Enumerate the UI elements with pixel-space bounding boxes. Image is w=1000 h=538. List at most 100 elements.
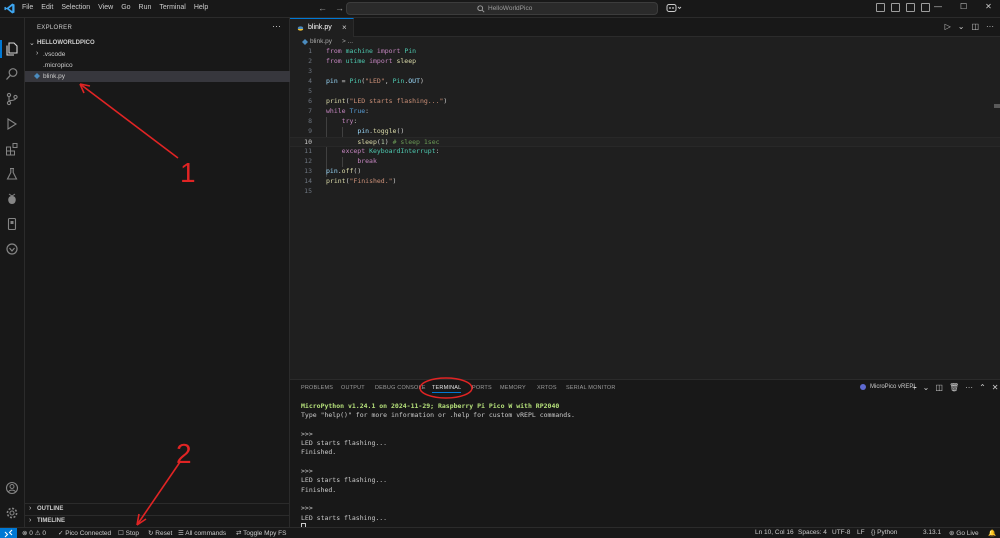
more-actions-icon[interactable]: ··· [965, 383, 973, 392]
menu-view[interactable]: View [98, 4, 113, 11]
device-icon[interactable] [5, 217, 19, 231]
error-count: 0 [29, 530, 33, 537]
tab-xrtos[interactable]: XRTOS [537, 385, 557, 391]
stop-button[interactable]: ☐ Stop [118, 529, 139, 537]
tab-blink-py[interactable]: blink.py × [290, 18, 354, 37]
python-file-icon [302, 39, 308, 45]
indentation[interactable]: Spaces: 4 [798, 529, 827, 536]
workspace-folder[interactable]: ⌄ HELLOWORLDPICO [25, 38, 290, 49]
breadcrumb-more[interactable]: > ... [342, 38, 353, 45]
terminal-line: LED starts flashing... [301, 439, 388, 448]
tab-ports[interactable]: PORTS [472, 385, 492, 391]
tree-item-blink[interactable]: blink.py [25, 71, 290, 82]
copilot-icon[interactable] [666, 3, 682, 13]
new-terminal-icon[interactable]: + [912, 383, 917, 392]
cursor-position[interactable]: Ln 10, Col 16 [755, 529, 794, 536]
toggle-secondary-sidebar-icon[interactable] [906, 3, 915, 12]
tree-item-label: .micropico [43, 62, 73, 69]
remote-window-button[interactable] [0, 528, 17, 538]
tree-item-micropico[interactable]: .micropico [25, 60, 290, 71]
tab-output[interactable]: OUTPUT [341, 385, 365, 391]
tab-serial-monitor[interactable]: SERIAL MONITOR [566, 385, 616, 391]
search-icon[interactable] [5, 67, 19, 81]
notifications-bell-icon[interactable]: 🔔 [988, 529, 996, 537]
menu-selection[interactable]: Selection [61, 4, 90, 11]
code-line: 3 [308, 67, 312, 75]
chevron-right-icon: › [29, 517, 32, 524]
close-tab-icon[interactable]: × [342, 23, 347, 32]
chevron-down-icon[interactable]: ⌄ [923, 383, 930, 392]
micropico-icon[interactable] [5, 242, 19, 256]
more-actions-icon[interactable]: ··· [986, 22, 994, 31]
toggle-panel-icon[interactable] [891, 3, 900, 12]
explorer-sidebar: EXPLORER ··· ⌄ HELLOWORLDPICO › .vscode … [25, 18, 290, 527]
raspberry-pi-icon[interactable] [5, 192, 19, 206]
go-live-button[interactable]: ⊛ Go Live [949, 529, 979, 537]
status-bar: ⊗ 0 ⚠ 0 ✓ Pico Connected ☐ Stop ↻ Reset … [0, 527, 1000, 538]
more-actions-icon[interactable]: ··· [272, 21, 281, 31]
split-editor-icon[interactable]: ◫ [971, 22, 979, 31]
menu-terminal[interactable]: Terminal [159, 4, 185, 11]
remote-icon [4, 529, 13, 538]
pico-connected-status[interactable]: ✓ Pico Connected [58, 529, 111, 537]
chevron-down-icon[interactable]: ⌄ [958, 22, 965, 31]
tree-item-label: blink.py [43, 73, 66, 80]
terminal-line: >>> [301, 504, 313, 513]
code-line: 9 pin.toggle() [308, 127, 405, 135]
end-of-line[interactable]: LF [857, 529, 865, 536]
problems-indicator[interactable]: ⊗ 0 ⚠ 0 [22, 529, 46, 537]
reset-button[interactable]: ↻ Reset [148, 529, 172, 537]
run-file-icon[interactable]: ▷ [945, 22, 951, 31]
toggle-sidebar-icon[interactable] [876, 3, 885, 12]
outline-section[interactable]: › OUTLINE [25, 503, 290, 514]
extensions-icon[interactable] [5, 142, 19, 156]
explorer-icon[interactable] [5, 42, 19, 56]
settings-gear-icon[interactable] [5, 506, 19, 520]
encoding[interactable]: UTF-8 [832, 529, 850, 536]
code-line: 15 [304, 187, 312, 195]
terminal-line: Finished. [301, 485, 337, 494]
maximize-panel-icon[interactable]: ⌃ [979, 383, 986, 392]
layout-controls [876, 3, 930, 12]
python-file-icon [34, 73, 40, 79]
account-icon[interactable] [5, 481, 19, 495]
command-center[interactable]: HelloWorldPico [346, 2, 658, 15]
terminal-line: LED starts flashing... [301, 513, 388, 522]
toggle-fs-button[interactable]: ⇄ Toggle Mpy FS [236, 529, 287, 537]
run-debug-icon[interactable] [5, 117, 19, 131]
menu-run[interactable]: Run [139, 4, 152, 11]
tab-memory[interactable]: MEMORY [500, 385, 526, 391]
source-control-icon[interactable] [5, 92, 19, 106]
all-commands-button[interactable]: ☰ All commands [178, 529, 226, 537]
pico-connected-label: Pico Connected [65, 530, 112, 537]
scrollbar-marker[interactable] [994, 104, 1000, 108]
tab-terminal[interactable]: TERMINAL [432, 385, 462, 393]
split-terminal-icon[interactable]: ◫ [935, 383, 943, 392]
breadcrumb-file[interactable]: blink.py [310, 38, 332, 45]
code-editor[interactable]: 1 from machine import Pin 2 from utime imp… [290, 47, 1000, 377]
trash-icon[interactable]: 🗑 [949, 383, 959, 392]
back-arrow-icon[interactable]: ← [318, 3, 327, 13]
close-panel-icon[interactable]: ✕ [992, 383, 999, 392]
timeline-section[interactable]: › TIMELINE [25, 515, 290, 526]
language-mode[interactable]: {} Python [871, 529, 897, 536]
code-line: 1 from machine import Pin [308, 47, 417, 55]
python-interpreter[interactable]: 3.13.1 [923, 529, 941, 536]
terminal-selector[interactable]: MicroPico vREPL [860, 384, 917, 390]
menu-edit[interactable]: Edit [41, 4, 53, 11]
testing-flask-icon[interactable] [5, 167, 19, 181]
customize-layout-icon[interactable] [921, 3, 930, 12]
maximize-icon[interactable]: ☐ [960, 2, 967, 11]
menu-help[interactable]: Help [194, 4, 208, 11]
code-line: 8 try: [308, 117, 358, 125]
minimize-icon[interactable]: — [934, 2, 942, 11]
tree-item-vscode[interactable]: › .vscode [25, 49, 290, 60]
close-icon[interactable]: ✕ [985, 2, 992, 11]
forward-arrow-icon[interactable]: → [335, 3, 344, 13]
tab-problems[interactable]: PROBLEMS [301, 385, 333, 391]
terminal-output[interactable]: MicroPython v1.24.1 on 2024-11-29; Raspb… [301, 402, 575, 532]
tab-debug-console[interactable]: DEBUG CONSOLE [375, 385, 426, 391]
menu-go[interactable]: Go [121, 4, 130, 11]
menu-file[interactable]: File [22, 4, 33, 11]
